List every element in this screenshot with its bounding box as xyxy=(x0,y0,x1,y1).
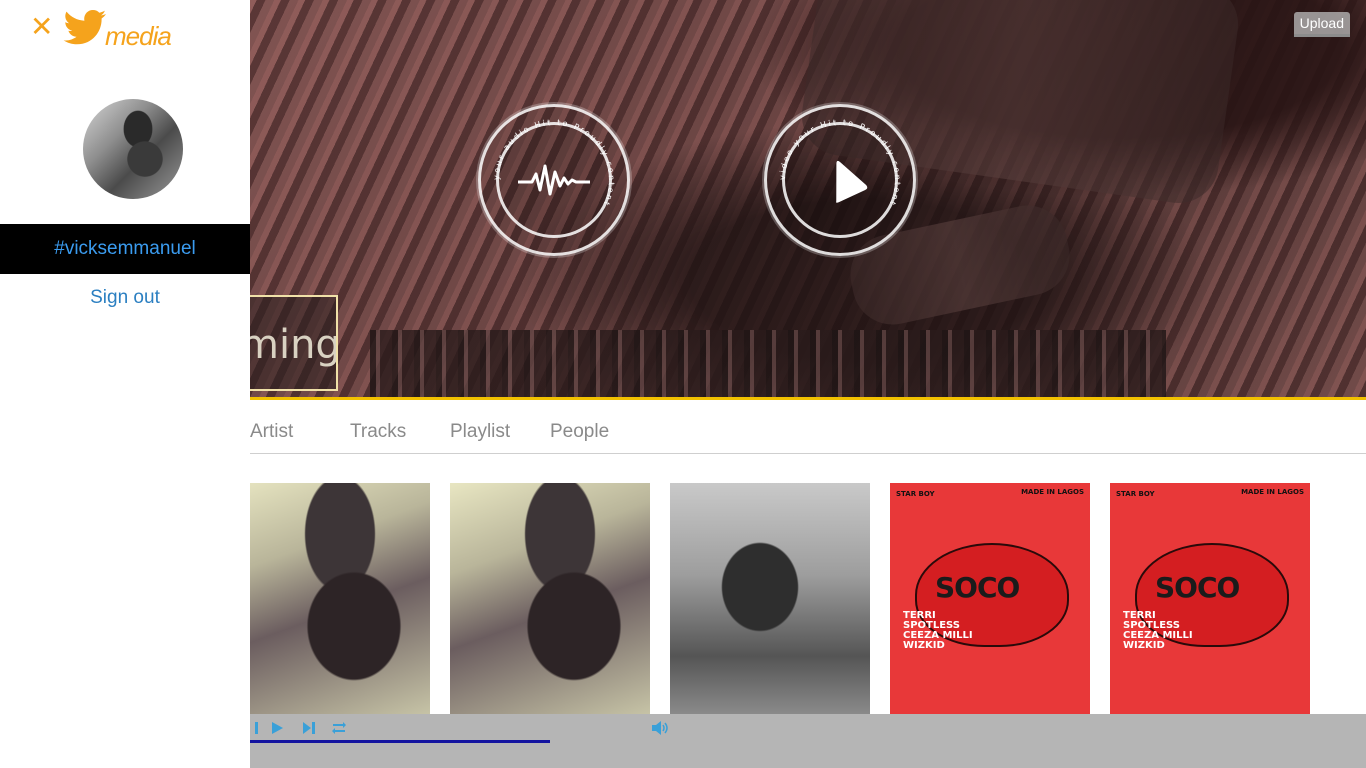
volume-icon[interactable] xyxy=(650,717,672,739)
username-bar[interactable]: #vicksemmanuel xyxy=(0,224,250,274)
close-icon[interactable]: ✕ xyxy=(30,10,53,43)
album-label-left: STAR BOY xyxy=(896,490,935,498)
username-label: #vicksemmanuel xyxy=(54,238,196,259)
content-grid: STAR BOY MADE IN LAGOS SOCO TERRI SPOTLE… xyxy=(250,483,1366,714)
badge-ring-label: video your Hit to Proudly content xyxy=(778,118,900,208)
media-card[interactable] xyxy=(670,483,870,714)
hero-banner: ming your audio Hit to Proudly content v… xyxy=(250,0,1366,400)
upload-video-badge[interactable]: video your Hit to Proudly content xyxy=(764,104,916,256)
album-artists: TERRI SPOTLESS CEEZA MILLI WIZKID xyxy=(1123,611,1213,651)
album-label-right: MADE IN LAGOS xyxy=(1241,488,1304,496)
play-icon[interactable] xyxy=(266,717,288,739)
badge-ring-text: your audio Hit to Proudly content xyxy=(492,118,616,208)
tab-tracks[interactable]: Tracks xyxy=(350,421,406,443)
tab-artist[interactable]: Artist xyxy=(250,421,293,443)
background-mixer xyxy=(370,330,1166,400)
artist-name: WIZKID xyxy=(903,640,945,651)
category-tabs: Artist Tracks Playlist People xyxy=(250,403,1366,454)
brand-wordmark: media xyxy=(105,21,172,51)
media-card[interactable] xyxy=(450,483,650,714)
signout-link[interactable]: Sign out xyxy=(0,287,250,309)
album-label-left: STAR BOY xyxy=(1116,490,1155,498)
coming-soon-text: ming xyxy=(250,322,338,368)
bird-icon xyxy=(63,10,106,45)
album-card[interactable]: STAR BOY MADE IN LAGOS SOCO TERRI SPOTLE… xyxy=(890,483,1090,714)
repeat-icon[interactable] xyxy=(328,717,350,739)
sidebar: ✕ media #vicksemmanuel Sign out xyxy=(0,0,250,768)
album-artists: TERRI SPOTLESS CEEZA MILLI WIZKID xyxy=(903,611,993,651)
tab-people[interactable]: People xyxy=(550,421,609,443)
progress-bar[interactable] xyxy=(250,740,550,743)
album-title: SOCO xyxy=(1155,571,1240,604)
artist-name: WIZKID xyxy=(1123,640,1165,651)
badge-ring-label: your audio Hit to Proudly content xyxy=(492,118,614,208)
album-label-right: MADE IN LAGOS xyxy=(1021,488,1084,496)
coming-soon-banner: ming xyxy=(250,295,338,391)
svg-text:your audio Hit to Proudly cont: your audio Hit to Proudly content xyxy=(492,118,616,208)
brand-logo[interactable]: ✕ media xyxy=(30,8,190,54)
audio-player xyxy=(250,714,1366,768)
album-title: SOCO xyxy=(935,571,1020,604)
upload-button[interactable]: Upload xyxy=(1293,12,1350,37)
badge-ring-text: video your Hit to Proudly content xyxy=(778,118,902,208)
next-icon[interactable] xyxy=(298,717,320,739)
tab-playlist[interactable]: Playlist xyxy=(450,421,510,443)
upload-audio-badge[interactable]: your audio Hit to Proudly content xyxy=(478,104,630,256)
album-card[interactable]: STAR BOY MADE IN LAGOS SOCO TERRI SPOTLE… xyxy=(1110,483,1310,714)
media-card[interactable] xyxy=(250,483,430,714)
avatar[interactable] xyxy=(83,99,183,199)
svg-text:video your Hit to Proudly cont: video your Hit to Proudly content xyxy=(778,118,902,208)
